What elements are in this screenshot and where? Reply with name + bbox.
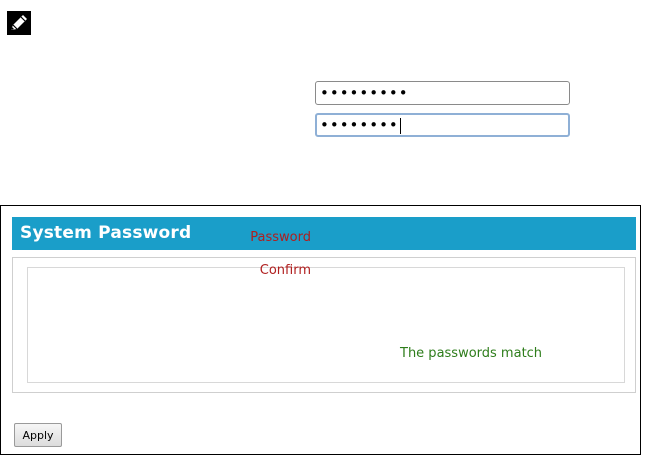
password-field[interactable]: ••••••••• xyxy=(315,81,570,105)
passwords-match-message: The passwords match xyxy=(400,346,543,361)
apply-button[interactable]: Apply xyxy=(14,423,62,447)
text-caret xyxy=(399,117,401,134)
pencil-note-icon xyxy=(7,11,31,35)
confirm-field-value: •••••••• xyxy=(320,116,399,134)
password-field-value: ••••••••• xyxy=(320,84,409,102)
confirm-field[interactable]: •••••••• xyxy=(315,113,570,137)
password-label: Password xyxy=(250,230,311,245)
system-password-panel: System Password Password Confirm The pas… xyxy=(0,205,641,455)
panel-title: System Password xyxy=(12,217,636,250)
form-container xyxy=(12,257,636,393)
confirm-label: Confirm xyxy=(259,263,311,278)
form-inner-box xyxy=(27,267,625,383)
